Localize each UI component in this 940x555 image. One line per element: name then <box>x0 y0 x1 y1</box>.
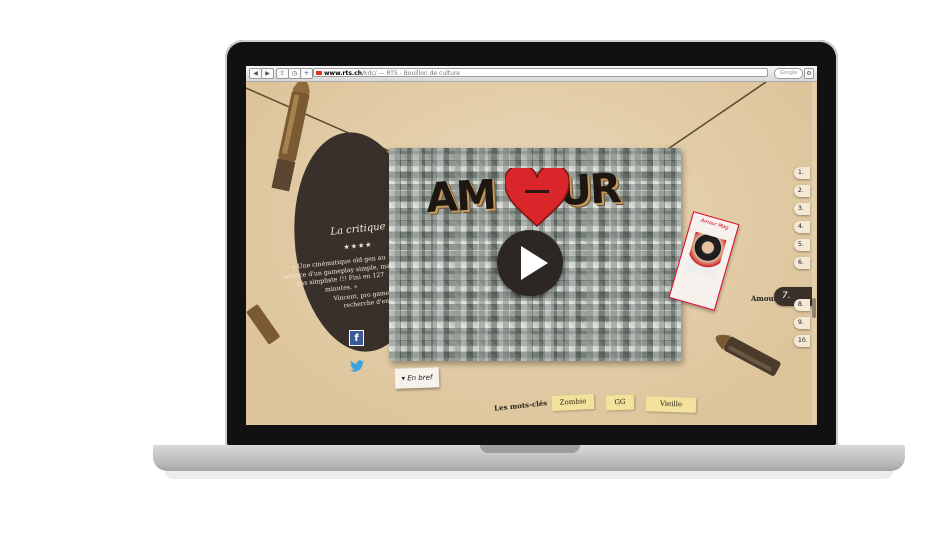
page-scrollbar[interactable] <box>812 82 816 425</box>
tag-item[interactable]: Vieille <box>645 396 697 413</box>
play-button[interactable] <box>497 230 563 296</box>
tag-item[interactable]: Zombie <box>551 393 595 412</box>
nav-item-8[interactable]: 8. <box>794 299 810 311</box>
nav-item-5[interactable]: 5. <box>794 239 810 251</box>
browser-toolbar: ◀ ▶ ⇪ ◷ + www.rts.ch/kdc/ — RTS - Bouill… <box>246 66 817 82</box>
forward-icon[interactable]: ▶ <box>261 68 274 79</box>
nav-item-2[interactable]: 2. <box>794 185 810 197</box>
nav-item-9[interactable]: 9. <box>794 317 810 329</box>
settings-icon[interactable]: ⚙ <box>804 68 814 79</box>
search-field[interactable]: Google <box>774 68 803 79</box>
tag-item[interactable]: GG <box>605 394 635 411</box>
page-title-text: — RTS - Bouillon de culture <box>376 70 460 77</box>
bookmark-icon[interactable]: + <box>300 68 313 79</box>
bullet-icon-bottom <box>715 334 781 376</box>
heart-icon <box>505 168 569 228</box>
nav-item-10[interactable]: 10. <box>794 335 810 347</box>
site-favicon <box>316 71 322 75</box>
url-domain: www.rts.ch <box>324 70 363 77</box>
nav-item-4[interactable]: 4. <box>794 221 810 233</box>
facebook-icon[interactable]: f <box>349 330 364 346</box>
laptop-base-notch <box>480 445 580 453</box>
twitter-icon[interactable] <box>350 360 364 372</box>
scrollbar-thumb[interactable] <box>812 298 816 318</box>
url-path: /kdc/ <box>362 70 377 77</box>
title-left: AM <box>424 170 496 223</box>
page-canvas: La critique ★★★★ « Une cinématique old g… <box>246 82 817 425</box>
nav-item-3[interactable]: 3. <box>794 203 810 215</box>
address-bar[interactable]: www.rts.ch/kdc/ — RTS - Bouillon de cult… <box>313 68 768 77</box>
bullet-icon-left <box>246 304 280 344</box>
play-icon <box>521 246 548 280</box>
nav-item-6[interactable]: 6. <box>794 257 810 269</box>
nav-item-1[interactable]: 1. <box>794 167 810 179</box>
laptop-shadow <box>165 471 893 479</box>
en-bref-toggle[interactable]: ▾ En bref <box>394 367 440 389</box>
magazine-cover-image <box>684 231 727 279</box>
browser-window: ◀ ▶ ⇪ ◷ + www.rts.ch/kdc/ — RTS - Bouill… <box>246 66 817 425</box>
